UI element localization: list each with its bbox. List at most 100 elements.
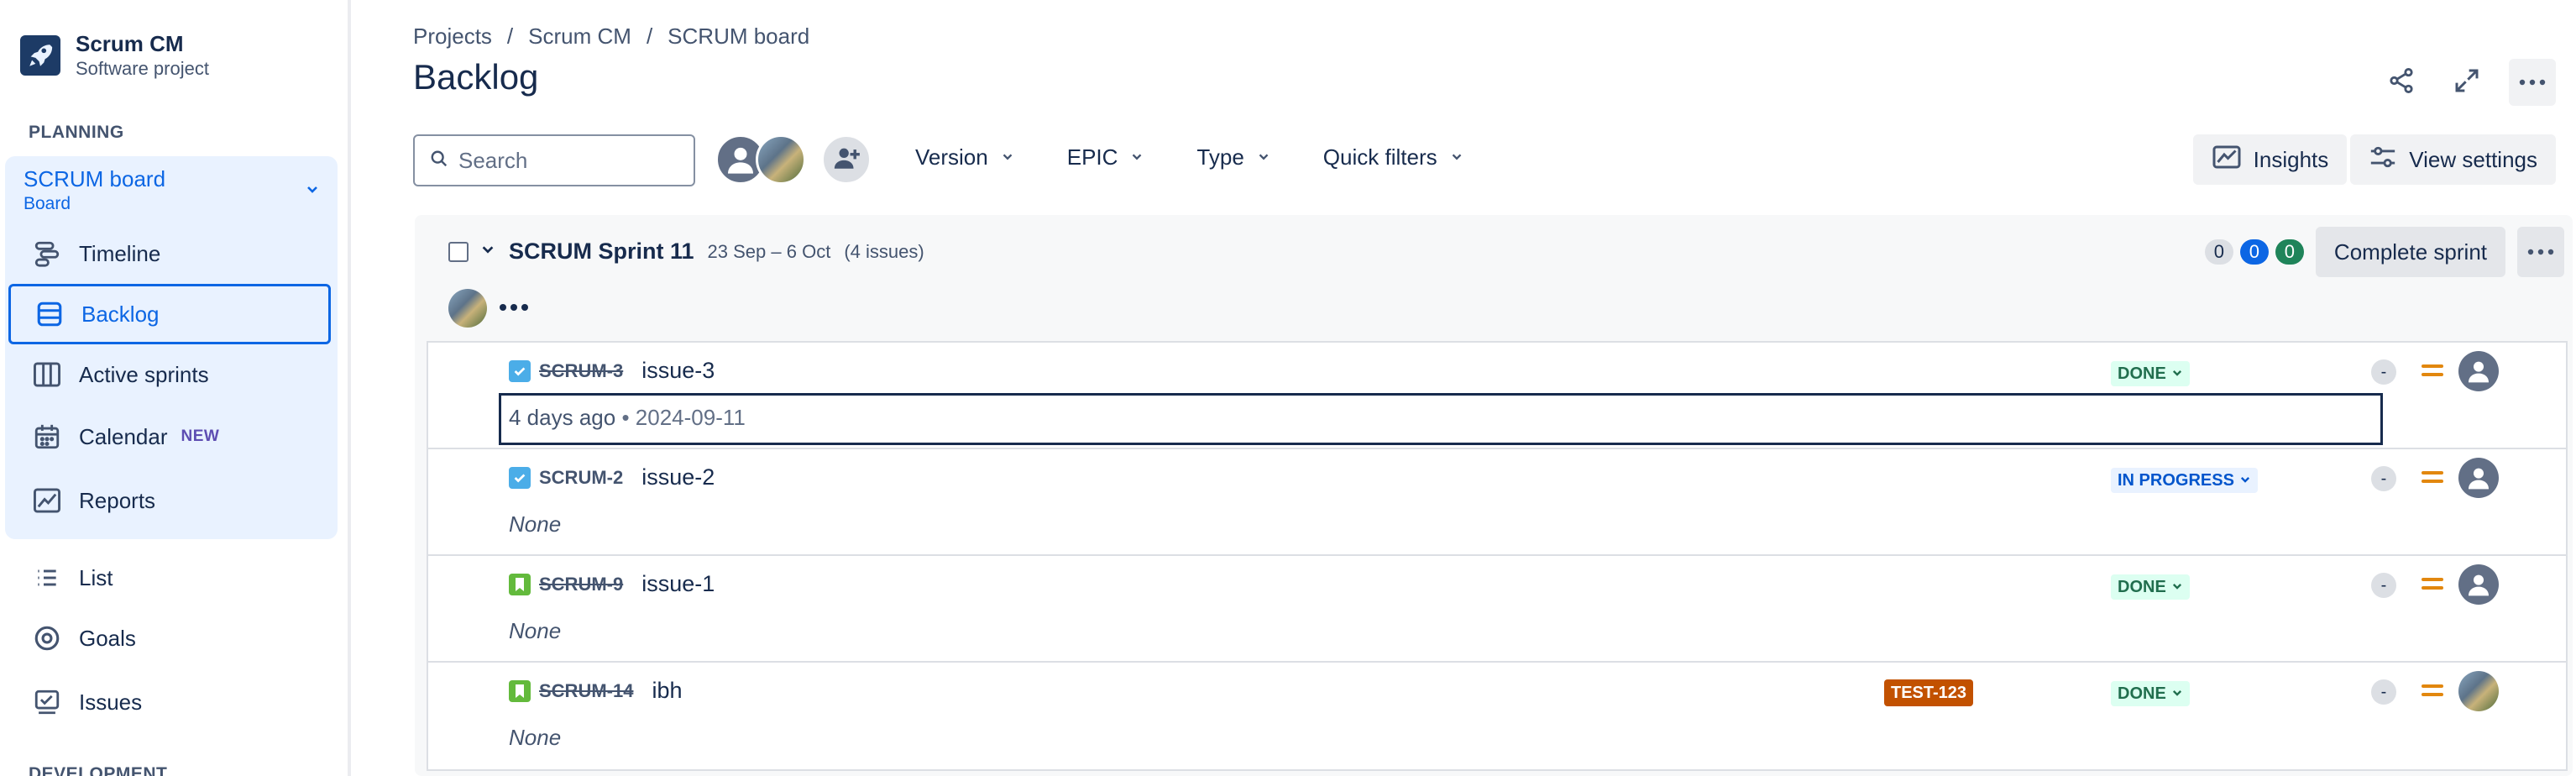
story-icon [509, 573, 531, 595]
expand-icon [2453, 67, 2480, 98]
search-field[interactable] [413, 134, 695, 186]
issue-detail-field[interactable] [499, 393, 2383, 445]
issue-detail: None [509, 725, 562, 750]
breadcrumb-projects[interactable]: Projects [413, 24, 492, 50]
more-icon [2527, 244, 2554, 260]
issue-key[interactable]: SCRUM-2 [539, 467, 623, 489]
more-actions-button[interactable] [2509, 59, 2556, 106]
assignee-filter [715, 134, 872, 185]
status-badge[interactable]: DONE [2111, 361, 2190, 386]
sprint-dates: 23 Sep – 6 Oct [707, 240, 831, 262]
status-badge[interactable]: DONE [2111, 681, 2190, 706]
filter-version[interactable]: Version [915, 144, 1015, 170]
breadcrumb: Projects / Scrum CM / SCRUM board [413, 24, 809, 50]
assignee-avatar[interactable] [2458, 671, 2499, 711]
status-badge[interactable]: IN PROGRESS [2111, 468, 2258, 493]
project-header[interactable]: Scrum CM Software project [20, 30, 209, 81]
assignee-avatar[interactable] [2458, 458, 2499, 498]
sprint-more-button[interactable] [2517, 227, 2564, 277]
todo-count-badge: 0 [2204, 239, 2233, 265]
fullscreen-button[interactable] [2443, 59, 2490, 106]
done-count-badge: 0 [2275, 239, 2304, 265]
issue-summary: ibh [652, 678, 683, 703]
sprint-actions: 0 0 0 Complete sprint [2198, 227, 2564, 277]
sliders-icon [2369, 144, 2397, 176]
insights-icon [2212, 144, 2242, 176]
project-name: Scrum CM [76, 31, 184, 56]
timeline-icon [24, 239, 71, 268]
chevron-down-icon[interactable] [480, 242, 495, 261]
view-settings-label: View settings [2409, 146, 2537, 172]
sidebar-item-issues[interactable]: Issues [8, 672, 331, 732]
issue-row[interactable]: SCRUM-2 issue-2 None IN PROGRESS - [428, 449, 2566, 556]
issue-key[interactable]: SCRUM-3 [539, 360, 623, 382]
separator-dot: • [621, 405, 636, 430]
assignee-avatar[interactable] [2458, 564, 2499, 605]
sidebar-item-label: Active sprints [79, 361, 209, 387]
chevron-down-icon [1000, 144, 1015, 170]
search-icon [430, 149, 448, 172]
issue-detail: None [509, 618, 562, 643]
sprint-checkbox[interactable] [448, 241, 469, 262]
estimate-badge[interactable]: - [2371, 359, 2396, 385]
issue-row[interactable]: SCRUM-14 ibh None TEST-123 DONE - [428, 663, 2566, 769]
filter-label: EPIC [1066, 144, 1118, 170]
view-settings-button[interactable]: View settings [2350, 134, 2556, 185]
epic-tag[interactable]: TEST-123 [1884, 679, 1974, 706]
backlog-icon [26, 300, 73, 328]
calendar-icon [24, 422, 71, 451]
filter-label: Version [915, 144, 988, 170]
share-button[interactable] [2378, 59, 2425, 106]
issue-key[interactable]: SCRUM-9 [539, 574, 623, 595]
estimate-badge[interactable]: - [2371, 573, 2396, 598]
issue-row[interactable]: SCRUM-9 issue-1 None DONE - [428, 556, 2566, 663]
issue-date: 2024-09-11 [635, 405, 746, 430]
board-sub: Board [24, 194, 71, 213]
sidebar-item-timeline[interactable]: Timeline [8, 223, 331, 284]
sidebar-item-goals[interactable]: Goals [8, 608, 331, 669]
chart-icon [24, 487, 71, 514]
search-input[interactable] [458, 147, 685, 174]
insights-button[interactable]: Insights [2192, 134, 2348, 185]
status-label: DONE [2118, 577, 2166, 596]
avatar[interactable] [448, 289, 487, 328]
filter-type[interactable]: Type [1196, 144, 1270, 170]
more-icon [2519, 75, 2546, 90]
board-selector[interactable]: SCRUM board Board [24, 165, 326, 215]
estimate-badge[interactable]: - [2371, 466, 2396, 491]
chevron-down-icon [2171, 684, 2183, 704]
filter-epic[interactable]: EPIC [1067, 144, 1145, 170]
chevron-down-icon [304, 181, 321, 202]
sidebar-item-backlog[interactable]: Backlog [8, 284, 331, 344]
issue-summary: issue-1 [641, 571, 715, 596]
sprint-header: SCRUM Sprint 11 23 Sep – 6 Oct (4 issues… [448, 239, 924, 265]
issue-summary: issue-2 [641, 464, 715, 490]
breadcrumb-board[interactable]: SCRUM board [668, 24, 809, 50]
sidebar-item-active-sprints[interactable]: Active sprints [8, 344, 331, 405]
breadcrumb-project[interactable]: Scrum CM [528, 24, 631, 50]
sidebar-item-reports[interactable]: Reports [8, 470, 331, 531]
status-badge[interactable]: DONE [2111, 574, 2190, 600]
issues-icon [24, 688, 71, 716]
new-badge: NEW [181, 427, 220, 445]
issue-row[interactable]: SCRUM-3 issue-3 4 days ago • 2024-09-11 … [428, 343, 2566, 449]
target-icon [24, 624, 71, 653]
issue-key[interactable]: SCRUM-14 [539, 680, 633, 702]
chevron-down-icon [2171, 364, 2183, 384]
status-label: DONE [2118, 364, 2166, 383]
board-name: SCRUM board [24, 166, 166, 191]
sidebar-item-label: Goals [79, 625, 136, 651]
sidebar-item-calendar[interactable]: Calendar NEW [8, 406, 331, 467]
issue-detail: None [509, 511, 562, 537]
complete-sprint-button[interactable]: Complete sprint [2315, 227, 2505, 277]
estimate-badge[interactable]: - [2371, 679, 2396, 705]
project-type: Software project [76, 58, 209, 79]
story-icon [509, 679, 531, 702]
filter-quick-filters[interactable]: Quick filters [1323, 144, 1464, 170]
sidebar-item-list[interactable]: List [8, 548, 331, 608]
status-label: DONE [2118, 684, 2166, 703]
avatar-user[interactable] [756, 134, 806, 185]
more-icon[interactable] [499, 301, 529, 316]
add-people-button[interactable] [821, 134, 872, 185]
assignee-avatar[interactable] [2458, 351, 2499, 391]
